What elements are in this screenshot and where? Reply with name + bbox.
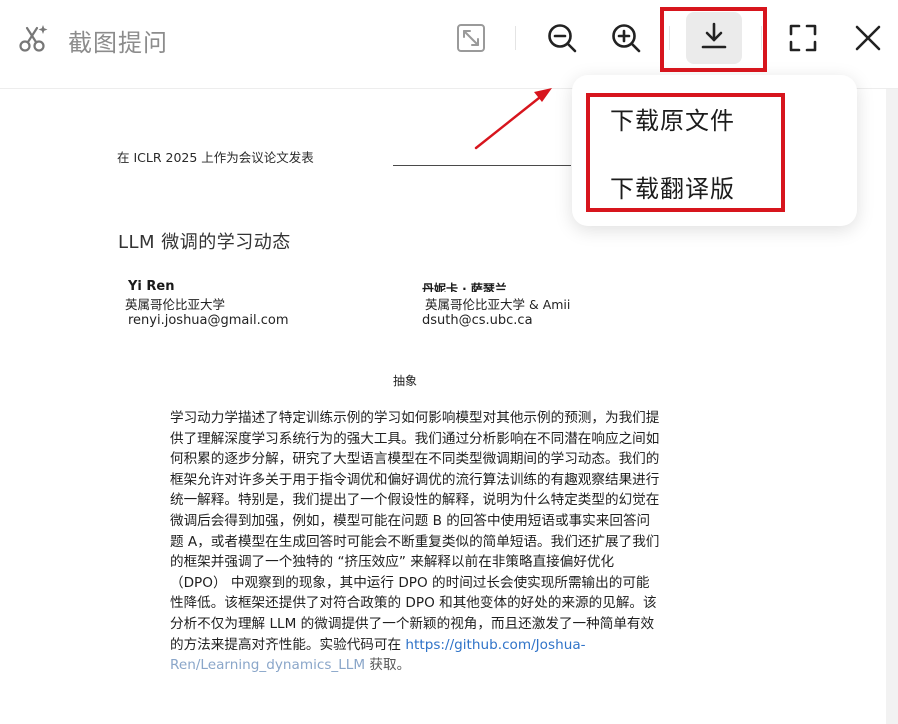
fit-screen-icon [456,23,486,53]
author-affiliation: 英属哥伦比亚大学 & Amii [425,297,571,312]
app-title: 截图提问 [68,29,168,57]
code-link[interactable]: https://github.com/Joshua- [405,637,585,653]
abstract-line: 何积累的逐步分解，研究了大型语言模型在不同类型微调期间的学习动态。我们的 [170,451,660,468]
abstract-line: 题 A，或者模型在生成回答时可能会不断重复类似的简单短语。我们还扩展了我们 [170,533,660,550]
zoom-out-button[interactable] [540,16,584,60]
fit-screen-button[interactable] [449,16,493,60]
abstract-line: 分析不仅为理解 LLM 的微调提供了一个新颖的视角，而且还激发了一种简单有效 [170,615,655,632]
close-button[interactable] [846,16,890,60]
fullscreen-button[interactable] [781,16,825,60]
abstract-line: 微调后会得到加强，例如，模型可能在问题 B 的回答中使用短语或事实来回答问 [170,512,651,529]
author-email: dsuth@cs.ubc.ca [422,313,533,328]
download-button-highlight [660,7,767,72]
abstract-line: 供了理解深度学习系统行为的强大工具。我们通过分析影响在不同潜在响应之间如 [170,430,660,447]
author-email: renyi.joshua@gmail.com [128,313,289,328]
abstract-body: 学习动力学描述了特定训练示例的学习如何影响模型对其他示例的预测，为我们提 供了理… [170,408,710,676]
abstract-line: （DPO） 中观察到的现象，其中运行 DPO 的时间过长会使实现所需输出的可能 [170,574,650,591]
abstract-line: 的框架并强调了一个独特的 “挤压效应” 来解释以前在非策略直接偏好优化 [170,554,615,571]
zoom-in-icon [610,22,642,54]
abstract-line: 统一解释。特别是，我们提出了一个假设性的解释，说明为什么特定类型的幻觉在 [170,492,660,509]
abstract-line: 框架允许对许多关于用于指令调优和偏好调优的流行算法训练的有趣观察结果进行 [170,471,660,488]
abstract-line: 性降低。该框架还提供了对符合政策的 DPO 和其他变体的好处的来源的见解。该 [170,595,657,612]
paper-title: LLM 微调的学习动态 [118,232,291,253]
abstract-line: 学习动力学描述了特定训练示例的学习如何影响模型对其他示例的预测，为我们提 [170,410,660,426]
ai-sparkle-scissors-icon [18,22,50,54]
code-link-suffix: 获取。 [365,657,411,674]
expand-icon [788,23,818,53]
vertical-scrollbar[interactable] [886,89,898,724]
author-affiliation: 英属哥伦比亚大学 [125,297,226,312]
author-name: 丹妮卡 · 萨瑟兰 [422,282,507,292]
zoom-out-icon [546,22,578,54]
abstract-line: 的方法来提高对齐性能。实验代码可在 https://github.com/Jos… [170,635,710,656]
abstract-heading: 抽象 [393,374,418,388]
zoom-in-button[interactable] [604,16,648,60]
annotation-arrow [474,88,552,150]
header-rule [393,165,571,166]
code-link-continued[interactable]: Ren/Learning_dynamics_LLM [170,657,365,673]
author-name: Yi Ren [128,279,175,294]
conference-header: 在 ICLR 2025 上作为会议论文发表 [117,150,314,165]
abstract-line: Ren/Learning_dynamics_LLM 获取。 [170,655,710,676]
toolbar-divider [515,26,516,50]
menu-highlight [586,93,785,212]
abstract-line-text: 的方法来提高对齐性能。实验代码可在 [170,636,406,653]
close-icon [853,23,883,53]
